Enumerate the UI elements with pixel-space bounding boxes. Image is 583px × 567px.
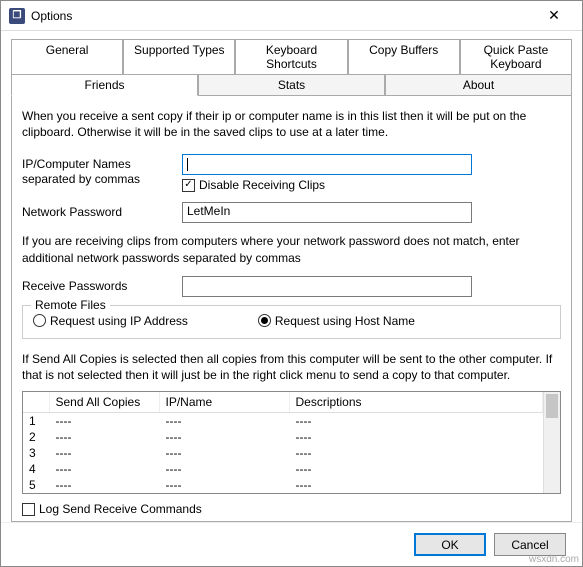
log-commands-checkbox[interactable] [22,503,35,516]
close-button[interactable]: ✕ [534,2,574,30]
tab-stats[interactable]: Stats [198,74,385,96]
radio-host-name-circle [258,314,271,327]
network-password-input[interactable]: LetMeIn [182,202,472,223]
radio-ip-address[interactable]: Request using IP Address [33,314,188,328]
network-password-label: Network Password [22,202,182,220]
window-title: Options [31,9,534,23]
ok-button[interactable]: OK [414,533,486,556]
options-window: ❐ Options ✕ General Supported Types Keyb… [0,0,583,567]
table-row[interactable]: 2------------ [23,429,543,445]
tabs-row-1: General Supported Types Keyboard Shortcu… [11,39,572,74]
grid-header-ip-name[interactable]: IP/Name [159,392,289,413]
receive-passwords-input[interactable] [182,276,472,297]
send-grid-container: Send All Copies IP/Name Descriptions 1--… [22,391,561,494]
friends-panel: When you receive a sent copy if their ip… [11,96,572,522]
scroll-thumb[interactable] [546,394,558,418]
intro-text: When you receive a sent copy if their ip… [22,108,561,140]
radio-host-name[interactable]: Request using Host Name [258,314,415,328]
table-row[interactable]: 3------------ [23,445,543,461]
receive-passwords-row: Receive Passwords [22,276,561,297]
app-icon: ❐ [9,8,25,24]
ip-names-label: IP/Computer Names separated by commas [22,154,182,187]
titlebar: ❐ Options ✕ [1,1,582,31]
content-area: General Supported Types Keyboard Shortcu… [1,31,582,522]
grid-scrollbar[interactable] [543,392,560,493]
ip-names-input[interactable] [182,154,472,175]
tab-friends[interactable]: Friends [11,74,198,96]
radio-ip-address-label: Request using IP Address [50,314,188,328]
tabs-row-2: Friends Stats About [11,74,572,96]
table-row[interactable]: 5------------ [23,477,543,493]
tab-general[interactable]: General [11,39,123,74]
table-row[interactable]: 1------------ [23,413,543,430]
watermark: wsxdn.com [529,554,579,565]
receive-passwords-label: Receive Passwords [22,276,182,294]
remote-files-group: Remote Files Request using IP Address Re… [22,305,561,339]
remote-files-legend: Remote Files [31,298,110,312]
log-commands-row[interactable]: Log Send Receive Commands [22,502,561,516]
log-commands-label: Log Send Receive Commands [39,502,202,516]
network-password-row: Network Password LetMeIn [22,202,561,223]
tab-about[interactable]: About [385,74,572,96]
password-help-text: If you are receiving clips from computer… [22,233,561,265]
grid-header-num[interactable] [23,392,49,413]
tab-supported-types[interactable]: Supported Types [123,39,235,74]
radio-host-name-label: Request using Host Name [275,314,415,328]
tab-copy-buffers[interactable]: Copy Buffers [348,39,460,74]
disable-receiving-row[interactable]: ✓ Disable Receiving Clips [182,178,561,192]
table-row[interactable]: 4------------ [23,461,543,477]
cancel-button[interactable]: Cancel [494,533,566,556]
send-all-description: If Send All Copies is selected then all … [22,351,561,383]
grid-header-send-all[interactable]: Send All Copies [49,392,159,413]
radio-ip-address-circle [33,314,46,327]
send-grid[interactable]: Send All Copies IP/Name Descriptions 1--… [23,392,543,493]
tab-quick-paste-keyboard[interactable]: Quick Paste Keyboard [460,39,572,74]
grid-header-descriptions[interactable]: Descriptions [289,392,543,413]
tab-keyboard-shortcuts[interactable]: Keyboard Shortcuts [235,39,347,74]
grid-header-row: Send All Copies IP/Name Descriptions [23,392,543,413]
dialog-footer: OK Cancel [1,522,582,566]
disable-receiving-checkbox[interactable]: ✓ [182,179,195,192]
disable-receiving-label: Disable Receiving Clips [199,178,325,192]
ip-names-row: IP/Computer Names separated by commas ✓ … [22,154,561,192]
